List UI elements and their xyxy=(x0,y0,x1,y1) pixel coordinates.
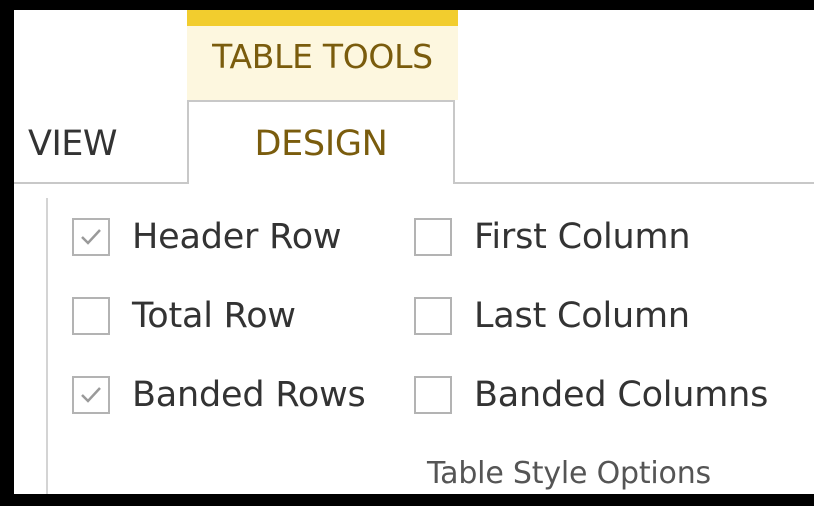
option-label: Last Column xyxy=(474,296,690,336)
group-title: Table Style Options xyxy=(427,456,711,491)
first-column-checkbox[interactable]: First Column xyxy=(414,212,691,262)
group-divider xyxy=(46,198,48,494)
check-icon xyxy=(81,387,101,403)
banded-rows-checkbox[interactable]: Banded Rows xyxy=(72,370,366,420)
checkbox-box xyxy=(414,376,452,414)
checkbox-box xyxy=(72,218,110,256)
tab-view[interactable]: VIEW xyxy=(28,124,118,164)
option-label: Header Row xyxy=(132,217,342,257)
tab-design-label: DESIGN xyxy=(254,124,388,164)
checkbox-box xyxy=(414,218,452,256)
banded-columns-checkbox[interactable]: Banded Columns xyxy=(414,370,768,420)
checkbox-box xyxy=(72,297,110,335)
option-label: First Column xyxy=(474,217,691,257)
contextual-tab-highlight xyxy=(187,10,458,26)
header-row-checkbox[interactable]: Header Row xyxy=(72,212,342,262)
checkbox-box xyxy=(414,297,452,335)
option-label: Banded Columns xyxy=(474,375,769,415)
check-icon xyxy=(81,229,101,245)
last-column-checkbox[interactable]: Last Column xyxy=(414,291,690,341)
contextual-tab-label: TABLE TOOLS xyxy=(212,37,433,76)
checkbox-box xyxy=(72,376,110,414)
option-label: Total Row xyxy=(132,296,296,336)
tab-design[interactable]: DESIGN xyxy=(187,100,455,184)
option-label: Banded Rows xyxy=(132,375,366,415)
ribbon-panel: TABLE TOOLS VIEW DESIGN Header Row Total… xyxy=(14,10,814,494)
total-row-checkbox[interactable]: Total Row xyxy=(72,291,296,341)
